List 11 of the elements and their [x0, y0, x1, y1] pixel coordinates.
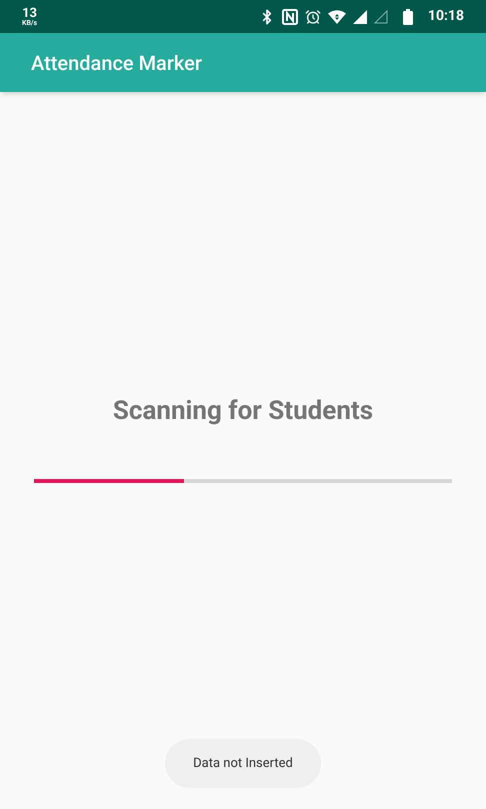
- alarm-clock-icon: [304, 8, 321, 24]
- scan-heading: Scanning for Students: [112, 395, 374, 428]
- empty-signal-icon: [374, 10, 388, 24]
- wifi-icon: [328, 10, 346, 24]
- nfc-icon: [282, 8, 298, 24]
- clock-time: 10:18: [428, 7, 464, 26]
- signal-icon: [352, 10, 367, 24]
- battery-icon: [402, 8, 413, 24]
- network-speed-value: 13: [22, 6, 38, 20]
- toast-message: Data not Inserted: [165, 739, 321, 788]
- app-title: Attendance Marker: [31, 50, 202, 76]
